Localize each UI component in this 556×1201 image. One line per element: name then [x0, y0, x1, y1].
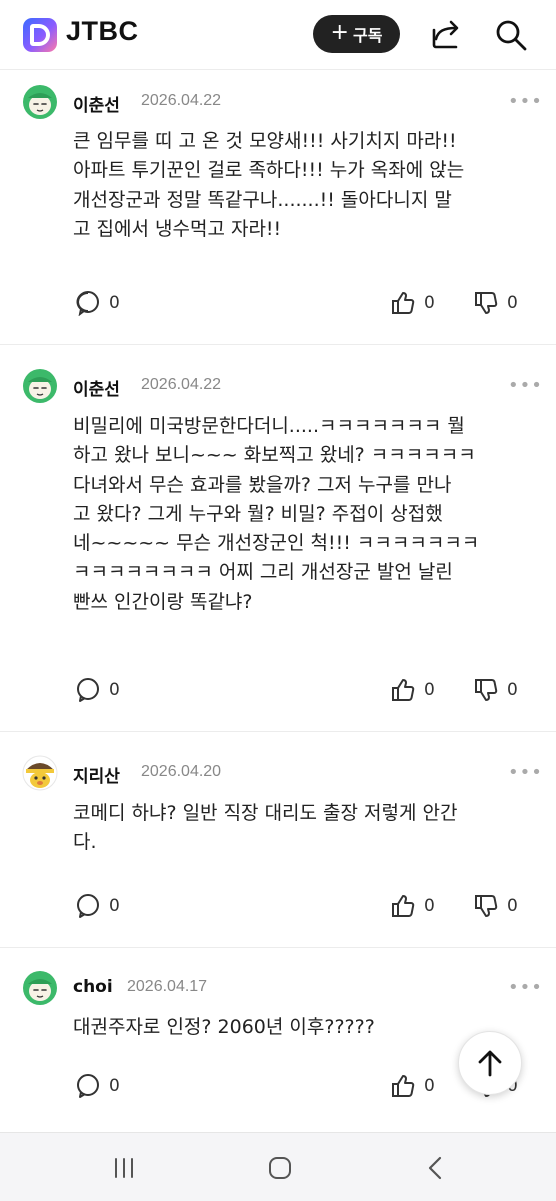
like-button[interactable]: 0 [390, 677, 435, 703]
back-icon[interactable] [425, 1155, 447, 1181]
comment-text: 대권주자로 인정? 2060년 이후????? [73, 1016, 375, 1038]
more-options-icon[interactable]: ••• [508, 375, 543, 396]
speech-bubble-icon [77, 894, 99, 918]
green-character-avatar [23, 369, 57, 403]
reply-count: 0 [109, 293, 120, 313]
arrow-up-icon [478, 1050, 502, 1077]
speech-bubble-icon [77, 678, 99, 702]
share-icon[interactable] [428, 17, 464, 53]
more-options-icon[interactable]: ••• [508, 91, 543, 112]
comment-divider [0, 731, 556, 732]
thumbs-up-icon [392, 679, 415, 701]
reply-button[interactable]: 0 [75, 893, 120, 919]
home-icon[interactable] [267, 1155, 293, 1181]
more-options-icon[interactable]: ••• [508, 977, 543, 998]
reply-button[interactable]: 0 [75, 677, 120, 703]
reply-button[interactable]: 0 [75, 290, 120, 316]
like-count: 0 [424, 896, 435, 916]
comment-date: 2026.04.22 [141, 92, 222, 109]
jtbc-logo-icon[interactable] [23, 18, 57, 52]
comment-author[interactable]: choi [73, 977, 113, 997]
subscribe-button[interactable]: + 구독 [313, 15, 400, 53]
like-button[interactable]: 0 [390, 290, 435, 316]
comment-text: 코메디 하냐? 일반 직장 대리도 출장 저렇게 안간 다. [73, 802, 458, 854]
brand-name[interactable]: JTBC [66, 16, 139, 47]
comment-author[interactable]: 이춘선 [73, 375, 120, 400]
reply-count: 0 [109, 1076, 120, 1096]
dislike-count: 0 [507, 680, 518, 700]
comment-date: 2026.04.20 [141, 763, 222, 780]
comment-date: 2026.04.17 [127, 978, 208, 995]
reply-count: 0 [109, 680, 120, 700]
like-count: 0 [424, 1076, 435, 1096]
plus-icon: + [330, 20, 349, 45]
thumbs-up-icon [392, 1075, 415, 1097]
thumbs-up-icon [392, 895, 415, 917]
system-navigation-bar [0, 1132, 556, 1201]
more-options-icon[interactable]: ••• [508, 762, 543, 783]
speech-bubble-icon [76, 291, 99, 316]
reply-button[interactable]: 0 [75, 1073, 120, 1099]
comment-divider [0, 947, 556, 948]
search-icon[interactable] [493, 17, 529, 53]
thumbs-down-icon [475, 292, 498, 314]
recent-apps-icon[interactable] [112, 1156, 136, 1180]
dislike-count: 0 [507, 293, 518, 313]
green-character-avatar [23, 85, 57, 119]
green-character-avatar [23, 971, 57, 1005]
like-button[interactable]: 0 [390, 893, 435, 919]
dislike-button[interactable]: 0 [473, 677, 518, 703]
like-count: 0 [424, 293, 435, 313]
speech-bubble-icon [77, 1074, 99, 1098]
subscribe-label: 구독 [352, 26, 383, 45]
thumbs-down-icon [475, 679, 498, 701]
comment-author[interactable]: 지리산 [73, 762, 120, 787]
thumbs-up-icon [392, 292, 415, 314]
comment-date: 2026.04.22 [141, 376, 222, 393]
comment-divider [0, 344, 556, 345]
top-header: JTBC + 구독 [0, 0, 556, 70]
like-count: 0 [424, 680, 435, 700]
comment-author[interactable]: 이춘선 [73, 91, 120, 116]
dislike-count: 0 [507, 896, 518, 916]
comment-text: 비밀리에 미국방문한다더니.....ㅋㅋㅋㅋㅋㅋㅋ 뭘 하고 왔나 보니~~~ … [73, 415, 480, 613]
dislike-button[interactable]: 0 [473, 893, 518, 919]
thumbs-down-icon [475, 895, 498, 917]
scroll-to-top-button[interactable] [458, 1031, 522, 1095]
yellow-character-avatar [22, 755, 58, 791]
dislike-button[interactable]: 0 [473, 290, 518, 316]
reply-count: 0 [109, 896, 120, 916]
comment-text: 큰 임무를 띠 고 온 것 모양새!!! 사기치지 마라!! 아파트 투기꾼인 … [73, 130, 465, 240]
like-button[interactable]: 0 [390, 1073, 435, 1099]
